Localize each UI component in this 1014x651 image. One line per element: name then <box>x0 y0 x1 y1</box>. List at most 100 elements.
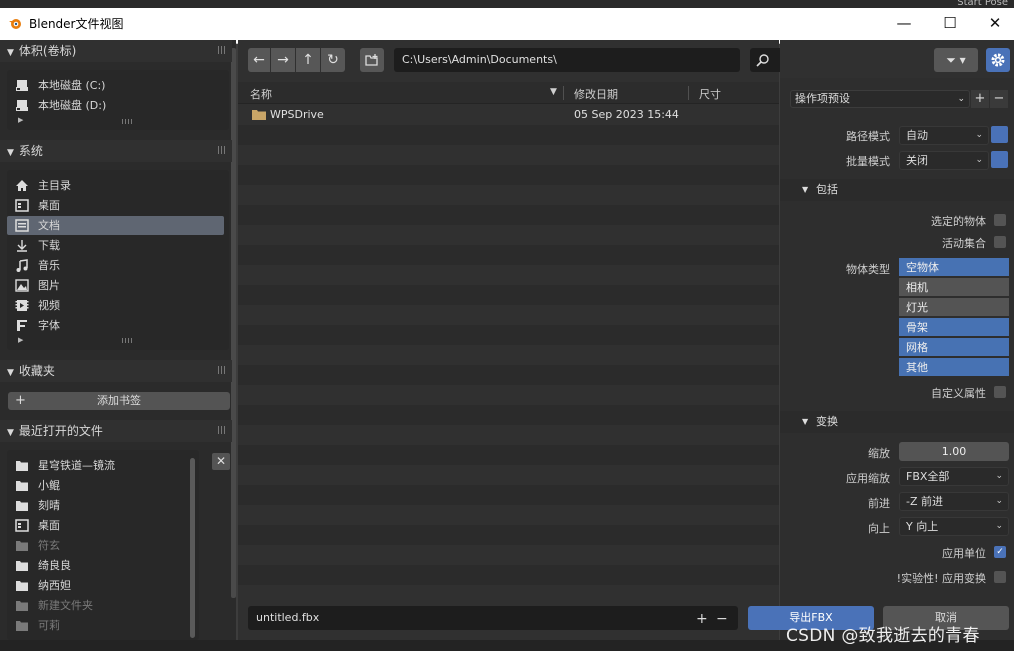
filename-input[interactable]: untitled.fbx <box>248 606 738 630</box>
sidebar-item-drive-d[interactable]: 本地磁盘 (D:) <box>7 96 224 115</box>
folder-icon <box>16 581 28 591</box>
scale-field[interactable]: 1.00 <box>899 442 1009 461</box>
resize-grip-icon[interactable] <box>122 338 132 343</box>
batch-mode-label: 批量模式 <box>846 155 890 168</box>
drag-grip-icon[interactable] <box>218 366 226 374</box>
new-folder-button[interactable] <box>360 48 384 72</box>
operator-preset-dropdown[interactable]: 操作项预设 ⌄ <box>790 90 970 108</box>
sidebar-item-videos[interactable]: 视频 <box>7 296 224 315</box>
sidebar-item-pictures[interactable]: 图片 <box>7 276 224 295</box>
file-name: WPSDrive <box>270 108 324 121</box>
volumes-header-label: 体积(卷标) <box>18 44 77 58</box>
column-separator[interactable] <box>688 86 689 100</box>
close-window-button[interactable]: ✕ <box>973 8 1014 38</box>
recent-item[interactable]: 可莉 <box>7 616 185 635</box>
forward-button[interactable]: → <box>271 48 295 72</box>
recent-item-label: 符玄 <box>38 539 60 552</box>
add-bookmark-button[interactable]: + 添加书签 <box>8 392 230 410</box>
embed-textures-toggle[interactable] <box>991 126 1008 143</box>
sidebar-item-label: 音乐 <box>38 259 60 272</box>
object-type-toggle[interactable]: 空物体 <box>899 258 1009 277</box>
collapse-triangle-icon: ▼ <box>7 48 14 58</box>
column-name[interactable]: 名称 <box>250 86 272 102</box>
include-section-header[interactable]: ▼ 包括 <box>780 179 1014 201</box>
file-row[interactable]: WPSDrive 05 Sep 2023 15:44 <box>238 105 779 125</box>
apply-scaling-dropdown[interactable]: FBX全部 ⌄ <box>899 467 1009 486</box>
active-collection-checkbox[interactable] <box>994 236 1006 248</box>
sidebar-item-documents[interactable]: 文档 <box>7 216 224 235</box>
batch-own-dir-toggle[interactable] <box>991 151 1008 168</box>
resize-grip-icon[interactable] <box>122 119 132 124</box>
column-date[interactable]: 修改日期 <box>574 86 618 102</box>
apply-transform-label: !实验性! 应用变换 <box>896 572 986 585</box>
image-icon <box>15 279 29 292</box>
recent-header-label: 最近打开的文件 <box>18 424 103 438</box>
preset-label: 操作项预设 <box>795 92 850 105</box>
expand-triangle-icon[interactable]: ▶ <box>18 116 23 124</box>
sidebar-scrollbar[interactable] <box>231 48 236 598</box>
recent-item[interactable]: 绮良良 <box>7 556 185 575</box>
bookmarks-panel-header[interactable]: ▼ 收藏夹 <box>0 360 232 382</box>
behind-text: Start Pose <box>957 0 1008 8</box>
maximize-button[interactable]: ☐ <box>928 8 972 38</box>
object-type-toggle[interactable]: 灯光 <box>899 298 1009 317</box>
expand-triangle-icon[interactable]: ▶ <box>18 336 23 344</box>
selected-objects-checkbox[interactable] <box>994 214 1006 226</box>
forward-dropdown[interactable]: -Z 前进 ⌄ <box>899 492 1009 511</box>
drag-grip-icon[interactable] <box>218 426 226 434</box>
volumes-panel-header[interactable]: ▼ 体积(卷标) <box>0 40 232 62</box>
recent-item[interactable]: 刻晴 <box>7 496 185 515</box>
sidebar-item-fonts[interactable]: 字体 <box>7 316 224 335</box>
settings-toggle-button[interactable] <box>986 48 1010 72</box>
up-dropdown[interactable]: Y 向上 ⌄ <box>899 517 1009 536</box>
sidebar-item-desktop[interactable]: 桌面 <box>7 196 224 215</box>
blender-logo-icon <box>9 19 21 29</box>
column-separator[interactable] <box>563 86 564 100</box>
batch-mode-dropdown[interactable]: 关闭 ⌄ <box>899 151 989 170</box>
sidebar-item-downloads[interactable]: 下载 <box>7 236 224 255</box>
column-header: 名称 ▼ 修改日期 尺寸 <box>238 82 779 104</box>
folder-icon <box>16 541 28 551</box>
recent-item[interactable]: 桌面 <box>7 516 185 535</box>
parent-directory-button[interactable]: ↑ <box>296 48 320 72</box>
recent-item[interactable]: 小鲲 <box>7 476 185 495</box>
recent-scrollbar[interactable] <box>190 458 195 638</box>
apply-unit-checkbox[interactable]: ✓ <box>994 546 1006 558</box>
object-type-toggle[interactable]: 其他 <box>899 358 1009 377</box>
sidebar-item-home[interactable]: 主目录 <box>7 176 224 195</box>
filter-dropdown[interactable]: ⏷ ▾ <box>934 48 978 72</box>
recent-item[interactable]: 新建文件夹 <box>7 596 185 615</box>
sidebar-item-label: 图片 <box>38 279 60 292</box>
transform-section-header[interactable]: ▼ 变换 <box>780 411 1014 433</box>
sort-descending-icon[interactable]: ▼ <box>550 87 557 97</box>
sidebar-item-music[interactable]: 音乐 <box>7 256 224 275</box>
drag-grip-icon[interactable] <box>218 46 226 54</box>
sidebar-item-label: 本地磁盘 (C:) <box>38 79 106 92</box>
drag-grip-icon[interactable] <box>218 146 226 154</box>
forward-label: 前进 <box>868 497 890 510</box>
decrement-filename-button[interactable]: − <box>716 611 728 627</box>
recent-item[interactable]: 纳西妲 <box>7 576 185 595</box>
object-type-toggle[interactable]: 网格 <box>899 338 1009 357</box>
object-type-toggle[interactable]: 骨架 <box>899 318 1009 337</box>
minimize-button[interactable]: — <box>882 8 926 38</box>
directory-path-field[interactable]: C:\Users\Admin\Documents\ <box>394 48 740 72</box>
remove-preset-button[interactable]: − <box>990 90 1008 108</box>
path-mode-dropdown[interactable]: 自动 ⌄ <box>899 126 989 145</box>
recent-item[interactable]: 符玄 <box>7 536 185 555</box>
refresh-button[interactable]: ↻ <box>321 48 345 72</box>
add-preset-button[interactable]: + <box>971 90 989 108</box>
path-mode-value: 自动 <box>906 129 928 142</box>
increment-filename-button[interactable]: + <box>696 611 708 627</box>
recent-item[interactable]: 星穹铁道—镜流 <box>7 456 185 475</box>
clear-recent-button[interactable]: ✕ <box>212 453 230 470</box>
apply-transform-checkbox[interactable] <box>994 571 1006 583</box>
batch-mode-value: 关闭 <box>906 154 928 167</box>
custom-props-checkbox[interactable] <box>994 386 1006 398</box>
system-panel-header[interactable]: ▼ 系统 <box>0 140 232 162</box>
object-type-toggle[interactable]: 相机 <box>899 278 1009 297</box>
sidebar-item-drive-c[interactable]: 本地磁盘 (C:) <box>7 76 224 95</box>
back-button[interactable]: ← <box>248 48 270 72</box>
recent-panel-header[interactable]: ▼ 最近打开的文件 <box>0 420 232 442</box>
column-size[interactable]: 尺寸 <box>699 86 721 102</box>
